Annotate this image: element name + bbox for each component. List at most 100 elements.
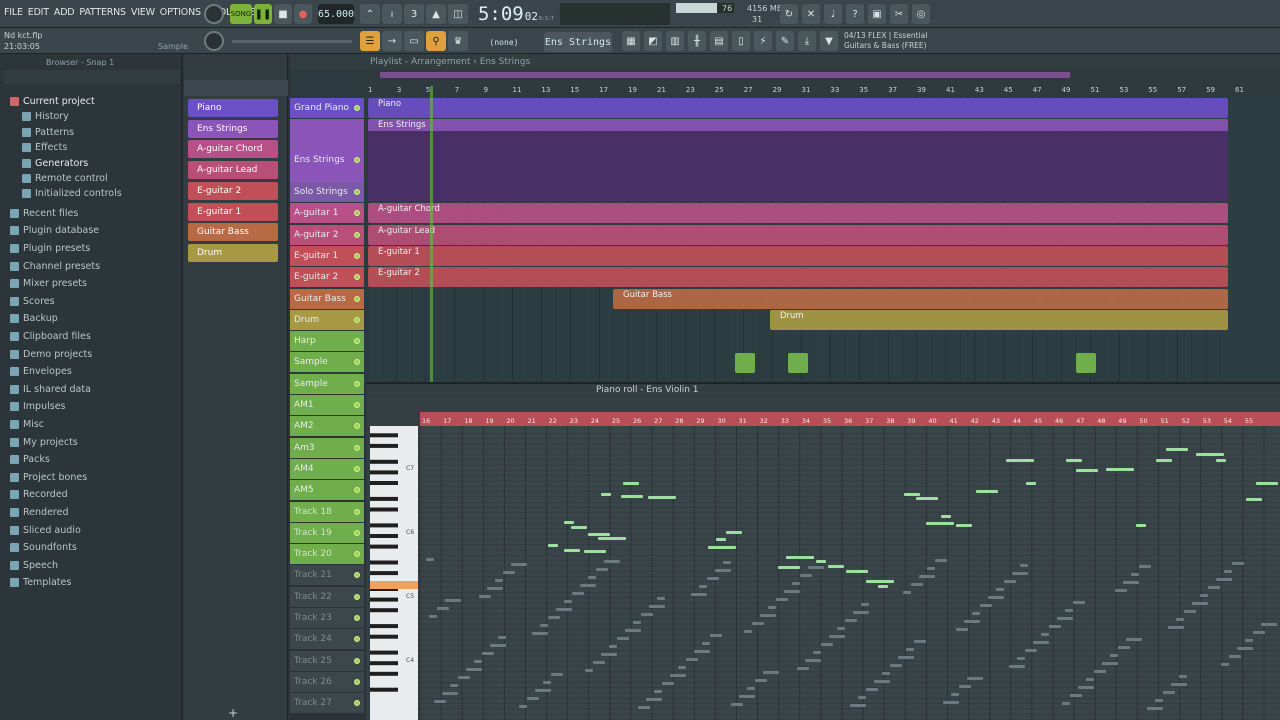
midi-note[interactable]: [878, 585, 888, 588]
browser-item-my-projects[interactable]: My projects: [10, 435, 78, 450]
midi-note[interactable]: [828, 565, 844, 568]
pattern-item[interactable]: Drum: [188, 243, 278, 262]
browser-item-project-bones[interactable]: Project bones: [10, 470, 87, 485]
track-mute-led[interactable]: [354, 636, 360, 643]
track-header[interactable]: Solo Strings: [290, 182, 364, 202]
browser-item-envelopes[interactable]: Envelopes: [10, 364, 72, 379]
record-button[interactable]: ●: [294, 4, 312, 24]
midi-note[interactable]: [786, 556, 814, 559]
audio-clip[interactable]: [1076, 353, 1096, 373]
plugin-icon[interactable]: ⚡: [754, 31, 772, 51]
track-header[interactable]: E-guitar 1: [290, 245, 364, 266]
midi-note[interactable]: [1246, 498, 1262, 501]
midi-note[interactable]: [648, 496, 676, 499]
tempo-display[interactable]: 65.000: [318, 4, 354, 24]
midi-note[interactable]: [571, 526, 587, 529]
track-header[interactable]: Track 23: [290, 608, 364, 628]
piano-roll-window-icon[interactable]: ◩: [644, 31, 662, 51]
midi-note[interactable]: [588, 533, 610, 536]
black-key[interactable]: [370, 634, 398, 639]
menu-view[interactable]: VIEW: [131, 7, 155, 18]
browser-item-effects[interactable]: Effects: [22, 140, 67, 155]
playlist-icon[interactable]: ☰: [360, 31, 380, 51]
metronome-button[interactable]: ⌃: [360, 4, 380, 24]
midi-note[interactable]: [584, 550, 606, 553]
browser-item-demo-projects[interactable]: Demo projects: [10, 347, 92, 362]
track-mute-led[interactable]: [354, 487, 360, 494]
black-key[interactable]: [370, 459, 398, 464]
track-header[interactable]: E-guitar 2: [290, 267, 364, 288]
track-header[interactable]: A-guitar 2: [290, 224, 364, 245]
track-mute-led[interactable]: [354, 105, 360, 111]
track-header[interactable]: Track 21: [290, 565, 364, 586]
black-key[interactable]: [370, 671, 398, 676]
browser-item-recent-files[interactable]: Recent files: [10, 206, 78, 221]
midi-note[interactable]: [1136, 524, 1146, 527]
browser-item-rendered[interactable]: Rendered: [10, 505, 69, 520]
track-header[interactable]: AM1: [290, 395, 364, 415]
chat-icon[interactable]: ◎: [912, 4, 930, 24]
menu-patterns[interactable]: PATTERNS: [79, 7, 126, 18]
midi-note[interactable]: [1156, 459, 1172, 462]
menu-add[interactable]: ADD: [54, 7, 75, 18]
black-key[interactable]: [370, 470, 398, 475]
pattern-item[interactable]: E-guitar 1: [188, 202, 278, 221]
track-mute-led[interactable]: [354, 189, 360, 195]
browser-item-channel-presets[interactable]: Channel presets: [10, 259, 100, 274]
browser-item-scores[interactable]: Scores: [10, 294, 55, 309]
track-mute-led[interactable]: [354, 316, 360, 323]
black-key[interactable]: [370, 481, 398, 485]
browser-item-il-shared-data[interactable]: IL shared data: [10, 382, 91, 397]
stamp-icon[interactable]: ♛: [448, 31, 468, 51]
midi-note[interactable]: [1166, 448, 1188, 451]
track-mute-led[interactable]: [354, 593, 360, 600]
track-header[interactable]: Drum: [290, 309, 364, 330]
midi-note[interactable]: [548, 544, 558, 547]
track-mute-led[interactable]: [354, 572, 360, 579]
midi-note[interactable]: [916, 497, 938, 500]
undo-history-icon[interactable]: ↻: [780, 4, 798, 24]
tools-icon[interactable]: ✕: [802, 4, 820, 24]
track-mute-led[interactable]: [354, 157, 360, 164]
black-key[interactable]: [370, 687, 398, 692]
stop-button[interactable]: ■: [274, 4, 292, 24]
playhead[interactable]: [430, 86, 433, 382]
add-pattern-icon[interactable]: +: [228, 706, 238, 720]
browser-item-impulses[interactable]: Impulses: [10, 399, 66, 414]
midi-note[interactable]: [941, 515, 951, 518]
overview-strip[interactable]: [380, 72, 1070, 78]
track-header[interactable]: Track 27: [290, 693, 364, 714]
browser-item-sliced-audio[interactable]: Sliced audio: [10, 523, 81, 538]
midi-note[interactable]: [598, 537, 626, 540]
pattern-icon[interactable]: ▭: [404, 31, 424, 51]
browser-item-templates[interactable]: Templates: [10, 575, 71, 590]
track-mute-led[interactable]: [354, 508, 360, 515]
midi-note[interactable]: [621, 495, 643, 498]
midi-note[interactable]: [601, 493, 611, 496]
track-header[interactable]: Harp: [290, 331, 364, 352]
track-header[interactable]: Am3: [290, 437, 364, 458]
pitch-slider[interactable]: [232, 40, 352, 43]
black-key[interactable]: [370, 560, 398, 565]
track-header[interactable]: Guitar Bass: [290, 288, 364, 309]
track-mute-led[interactable]: [354, 231, 360, 238]
midi-note[interactable]: [1066, 459, 1082, 462]
browser-item-clipboard-files[interactable]: Clipboard files: [10, 329, 91, 344]
black-key[interactable]: [370, 624, 398, 629]
highlighted-key[interactable]: [370, 581, 418, 589]
browser-item-speech[interactable]: Speech: [10, 558, 58, 573]
pattern-item[interactable]: Ens Strings: [188, 119, 278, 138]
browser-item-soundfonts[interactable]: Soundfonts: [10, 540, 77, 555]
cut-icon[interactable]: ✂: [890, 4, 908, 24]
midi-note[interactable]: [1106, 468, 1134, 471]
mixer-icon[interactable]: ╫: [688, 31, 706, 51]
pattern-clip[interactable]: E-guitar 2: [368, 267, 1228, 288]
midi-note[interactable]: [1196, 453, 1224, 456]
midi-note[interactable]: [956, 524, 972, 527]
midi-note[interactable]: [904, 493, 920, 496]
midi-note[interactable]: [708, 546, 736, 549]
black-key[interactable]: [370, 608, 398, 613]
black-key[interactable]: [370, 496, 398, 501]
pattern-item[interactable]: Guitar Bass: [188, 223, 278, 242]
pattern-item[interactable]: A-guitar Chord: [188, 140, 278, 159]
